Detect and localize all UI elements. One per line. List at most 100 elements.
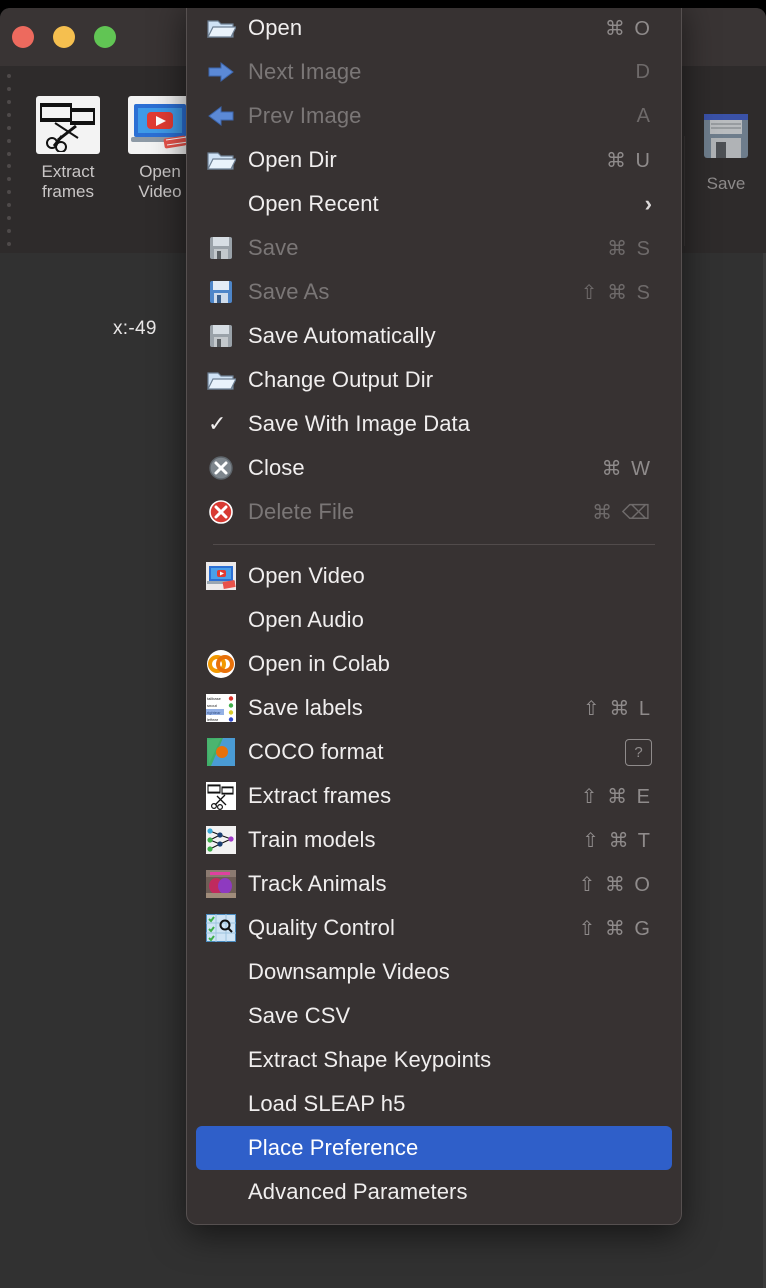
menu-item-open[interactable]: Open ⌘ O [196, 8, 672, 50]
menu-item-label: Save Automatically [248, 323, 436, 348]
no-icon-placeholder [205, 188, 237, 220]
menu-item-accel: A [636, 104, 652, 127]
menu-item-place-preference[interactable]: Place Preference [196, 1126, 672, 1170]
menu-item-label: Prev Image [248, 103, 362, 128]
menu-item-label: Advanced Parameters [248, 1179, 468, 1204]
menu-item-prev-image[interactable]: Prev Image A [196, 94, 672, 138]
menu-item-change-output-dir[interactable]: Change Output Dir [196, 358, 672, 402]
no-icon-placeholder [205, 1132, 237, 1164]
quality-control-icon [205, 912, 237, 944]
coco-icon [205, 736, 237, 768]
toolbar-drag-handle[interactable] [4, 74, 14, 246]
menu-item-extract-shape-keypoints[interactable]: Extract Shape Keypoints [196, 1038, 672, 1082]
no-icon-placeholder [205, 604, 237, 636]
svg-text:leftear: leftear [207, 717, 219, 722]
menu-item-advanced-parameters[interactable]: Advanced Parameters [196, 1170, 672, 1214]
menu-item-open-video[interactable]: Open Video [196, 554, 672, 598]
menu-item-label: Save labels [248, 695, 363, 720]
traffic-light-buttons [12, 26, 116, 48]
open-folder-icon [205, 364, 237, 396]
menu-item-accel: ⇧ ⌘ E [580, 785, 652, 808]
menu-item-accel: ? [625, 738, 652, 766]
menu-item-next-image[interactable]: Next Image D [196, 50, 672, 94]
open-video-icon [128, 96, 192, 154]
menu-item-save[interactable]: Save ⌘ S [196, 226, 672, 270]
menu-item-open-recent[interactable]: Open Recent › [196, 182, 672, 226]
menu-item-accel: ⇧ ⌘ O [578, 873, 652, 896]
colab-icon [205, 648, 237, 680]
menu-item-save-automatically[interactable]: Save Automatically [196, 314, 672, 358]
menu-item-accel: ⌘ W [601, 457, 652, 480]
menu-group-file: Open ⌘ O Next Image D Prev Image A Open … [187, 8, 681, 534]
menu-item-label: Open Audio [248, 607, 364, 632]
menu-item-label: Open in Colab [248, 651, 390, 676]
menu-item-accel: ⌘ S [607, 237, 652, 260]
toolbar-item-label: Extract frames [41, 162, 95, 201]
save-labels-icon: tailbasesnout rightearleftear [205, 692, 237, 724]
toolbar-item-label: Save [706, 174, 746, 193]
extract-frames-icon [205, 780, 237, 812]
menu-item-delete-file[interactable]: Delete File ⌘ ⌫ [196, 490, 672, 534]
menu-item-label: Open Dir [248, 147, 337, 172]
menu-item-label: Close [248, 455, 305, 480]
menu-item-label: COCO format [248, 739, 384, 764]
menu-item-accel: ⇧ ⌘ T [582, 829, 652, 852]
menu-item-accel: ⇧ ⌘ S [580, 281, 652, 304]
menu-item-open-in-colab[interactable]: Open in Colab [196, 642, 672, 686]
menu-item-label: Delete File [248, 499, 355, 524]
delete-red-x-icon [205, 496, 237, 528]
menu-item-label: Next Image [248, 59, 362, 84]
menu-item-open-audio[interactable]: Open Audio [196, 598, 672, 642]
menu-item-save-with-image-data[interactable]: ✓ Save With Image Data [196, 402, 672, 446]
menu-item-label: Load SLEAP h5 [248, 1091, 406, 1116]
menu-item-label: Downsample Videos [248, 959, 450, 984]
file-context-menu[interactable]: Open ⌘ O Next Image D Prev Image A Open … [186, 8, 682, 1225]
svg-text:tailbase: tailbase [207, 696, 222, 701]
menu-item-load-sleap-h5[interactable]: Load SLEAP h5 [196, 1082, 672, 1126]
menu-item-save-labels[interactable]: tailbasesnout rightearleftear Save label… [196, 686, 672, 730]
help-key-box: ? [625, 738, 652, 766]
chevron-right-icon: › [644, 191, 652, 216]
menu-item-label: Open Recent [248, 191, 379, 216]
menu-item-save-as[interactable]: Save As ⇧ ⌘ S [196, 270, 672, 314]
menu-item-coco-format[interactable]: COCO format ? [196, 730, 672, 774]
menu-item-label: Save CSV [248, 1003, 351, 1028]
no-icon-placeholder [205, 1000, 237, 1032]
close-grey-x-icon [205, 452, 237, 484]
minimize-window-button[interactable] [53, 26, 75, 48]
menu-item-open-dir[interactable]: Open Dir ⌘ U [196, 138, 672, 182]
menu-group-tools: Open Video Open Audio Open in Colab tail… [187, 554, 681, 1214]
menu-item-accel: ⌘ O [604, 17, 652, 40]
menu-item-downsample-videos[interactable]: Downsample Videos [196, 950, 672, 994]
no-icon-placeholder [205, 1044, 237, 1076]
menu-item-quality-control[interactable]: Quality Control ⇧ ⌘ G [196, 906, 672, 950]
train-models-icon [205, 824, 237, 856]
open-folder-icon [205, 144, 237, 176]
menu-item-accel: ⇧ ⌘ G [578, 917, 652, 940]
menu-item-label: Save With Image Data [248, 411, 471, 436]
no-icon-placeholder [205, 1088, 237, 1120]
toolbar-item-save[interactable]: Save [680, 108, 766, 194]
menu-item-label: Save As [248, 279, 330, 304]
coordinate-readout: x:-49 [113, 318, 157, 339]
close-window-button[interactable] [12, 26, 34, 48]
menu-item-save-csv[interactable]: Save CSV [196, 994, 672, 1038]
open-video-icon [205, 560, 237, 592]
menu-item-label: Open [248, 15, 303, 40]
menu-item-label: Track Animals [248, 871, 387, 896]
no-icon-placeholder [205, 1176, 237, 1208]
menu-item-label: Change Output Dir [248, 367, 434, 392]
menu-item-close[interactable]: Close ⌘ W [196, 446, 672, 490]
menu-item-label: Extract frames [248, 783, 392, 808]
svg-text:snout: snout [207, 703, 218, 708]
extract-frames-icon [36, 96, 100, 154]
arrow-right-icon [205, 56, 237, 88]
menu-item-train-models[interactable]: Train models ⇧ ⌘ T [196, 818, 672, 862]
toolbar-item-label: Open Video [138, 162, 182, 201]
floppy-blue-icon [205, 276, 237, 308]
toolbar-item-extract-frames[interactable]: Extract frames [22, 96, 114, 202]
menu-item-extract-frames[interactable]: Extract frames ⇧ ⌘ E [196, 774, 672, 818]
save-floppy-icon [694, 108, 758, 166]
zoom-window-button[interactable] [94, 26, 116, 48]
menu-item-track-animals[interactable]: Track Animals ⇧ ⌘ O [196, 862, 672, 906]
